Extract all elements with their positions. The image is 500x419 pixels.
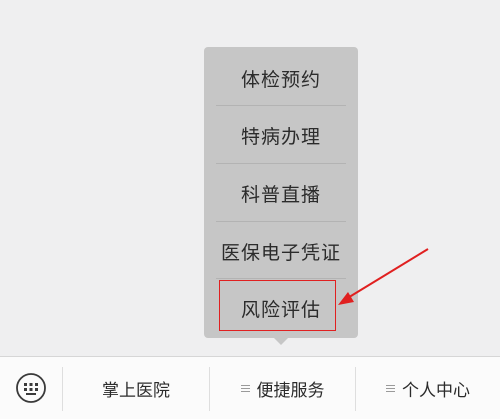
- menu-divider: [216, 278, 346, 279]
- menu-item-special-disease[interactable]: 特病办理: [216, 107, 346, 164]
- annotation-highlight-box: [219, 280, 336, 331]
- keyboard-toggle-button[interactable]: [0, 357, 62, 419]
- menu-item-label: 体检预约: [240, 69, 321, 91]
- keyboard-icon: [16, 373, 46, 403]
- bottom-menu-bar: 掌上医院 便捷服务 个人中心: [0, 356, 500, 419]
- tab-label: 便捷服务: [256, 380, 325, 401]
- tab-personal-center[interactable]: 个人中心: [356, 357, 500, 419]
- tab-label: 掌上医院: [102, 380, 170, 401]
- tab-label: 个人中心: [402, 380, 470, 401]
- tab-mobile-hospital[interactable]: 掌上医院: [63, 357, 209, 419]
- menu-item-medical-insurance-voucher[interactable]: 医保电子凭证: [216, 223, 346, 280]
- menu-lines-icon: [240, 383, 250, 394]
- menu-divider: [216, 105, 346, 106]
- menu-lines-icon: [386, 383, 395, 394]
- menu-item-label: 特病办理: [240, 126, 321, 148]
- menu-item-physical-exam-booking[interactable]: 体检预约: [216, 50, 346, 107]
- menu-divider: [216, 163, 346, 164]
- menu-item-label: 科普直播: [240, 184, 321, 206]
- menu-item-science-live[interactable]: 科普直播: [216, 165, 346, 222]
- menu-item-label: 医保电子凭证: [220, 242, 341, 264]
- menu-divider: [216, 221, 346, 222]
- tab-convenient-services[interactable]: 便捷服务: [210, 357, 355, 419]
